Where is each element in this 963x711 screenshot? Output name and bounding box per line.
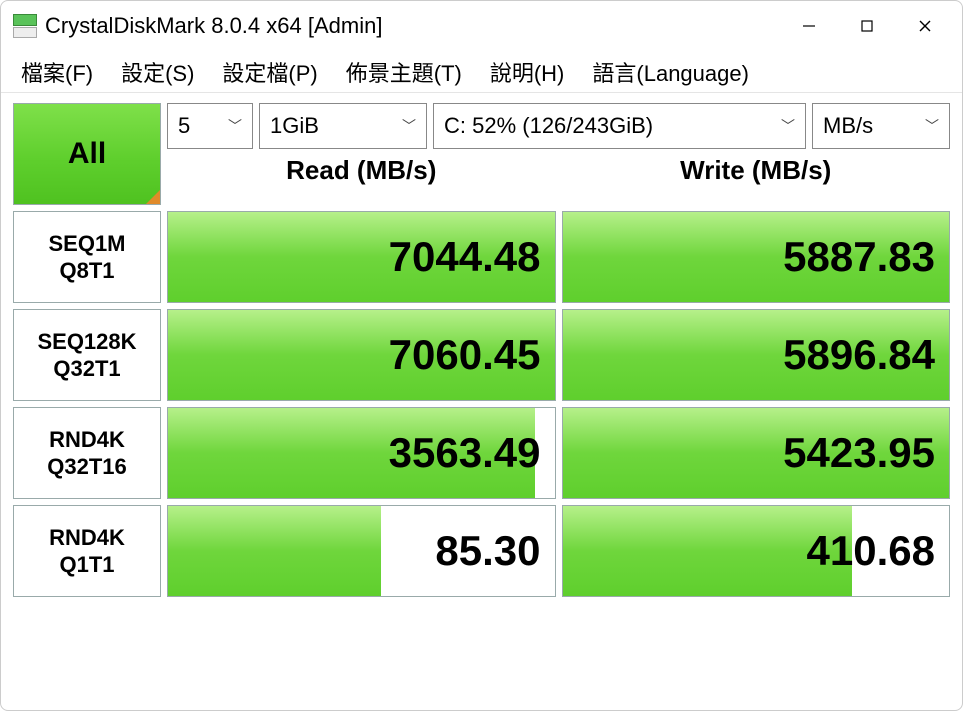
window-controls	[780, 6, 954, 46]
drive-select[interactable]: C: 52% (126/243GiB) ﹀	[433, 103, 806, 149]
minimize-button[interactable]	[780, 6, 838, 46]
read-bar	[168, 506, 381, 596]
test-label-1: RND4K	[49, 426, 125, 454]
window-title: CrystalDiskMark 8.0.4 x64 [Admin]	[45, 13, 382, 39]
test-button-0[interactable]: SEQ1MQ8T1	[13, 211, 161, 303]
read-value-cell: 85.30	[167, 505, 556, 597]
benchmark-row: SEQ1MQ8T1 7044.48 5887.83	[13, 211, 950, 303]
test-label-1: SEQ1M	[48, 230, 125, 258]
benchmark-row: RND4KQ32T16 3563.49 5423.95	[13, 407, 950, 499]
test-button-1[interactable]: SEQ128KQ32T1	[13, 309, 161, 401]
menu-settings[interactable]: 設定(S)	[107, 52, 208, 92]
test-label-1: RND4K	[49, 524, 125, 552]
chevron-down-icon: ﹀	[402, 116, 416, 136]
close-button[interactable]	[896, 6, 954, 46]
benchmark-row: SEQ128KQ32T1 7060.45 5896.84	[13, 309, 950, 401]
unit-value: MB/s	[823, 113, 873, 139]
test-button-2[interactable]: RND4KQ32T16	[13, 407, 161, 499]
size-select[interactable]: 1GiB ﹀	[259, 103, 427, 149]
test-label-2: Q1T1	[59, 551, 114, 579]
read-value: 85.30	[435, 527, 540, 575]
read-value: 7044.48	[389, 233, 541, 281]
test-label-2: Q8T1	[59, 257, 114, 285]
app-icon	[13, 14, 37, 38]
titlebar: CrystalDiskMark 8.0.4 x64 [Admin]	[1, 1, 962, 51]
benchmark-row: RND4KQ1T1 85.30 410.68	[13, 505, 950, 597]
read-value: 7060.45	[389, 331, 541, 379]
write-value-cell: 5896.84	[562, 309, 951, 401]
drive-value: C: 52% (126/243GiB)	[444, 113, 653, 139]
loops-value: 5	[178, 113, 190, 139]
menu-help[interactable]: 說明(H)	[476, 52, 579, 92]
loops-select[interactable]: 5 ﹀	[167, 103, 253, 149]
column-header-read: Read (MB/s)	[167, 149, 556, 196]
run-all-button[interactable]: All	[13, 103, 161, 205]
close-icon	[918, 19, 932, 33]
menu-theme[interactable]: 佈景主題(T)	[332, 52, 476, 92]
write-value: 5887.83	[783, 233, 935, 281]
size-value: 1GiB	[270, 113, 319, 139]
maximize-button[interactable]	[838, 6, 896, 46]
menu-file[interactable]: 檔案(F)	[7, 52, 107, 92]
menu-language[interactable]: 語言(Language)	[578, 52, 763, 92]
test-label-2: Q32T16	[47, 453, 127, 481]
read-value: 3563.49	[389, 429, 541, 477]
maximize-icon	[860, 19, 874, 33]
write-value-cell: 5887.83	[562, 211, 951, 303]
write-value: 5896.84	[783, 331, 935, 379]
read-value-cell: 3563.49	[167, 407, 556, 499]
write-value-cell: 5423.95	[562, 407, 951, 499]
chevron-down-icon: ﹀	[925, 116, 939, 136]
menu-profile[interactable]: 設定檔(P)	[208, 52, 331, 92]
read-value-cell: 7044.48	[167, 211, 556, 303]
unit-select[interactable]: MB/s ﹀	[812, 103, 950, 149]
content-area: All 5 ﹀ 1GiB ﹀ C: 52% (126/243GiB) ﹀ MB/…	[1, 93, 962, 609]
minimize-icon	[802, 19, 816, 33]
test-label-2: Q32T1	[53, 355, 120, 383]
chevron-down-icon: ﹀	[228, 116, 242, 136]
test-button-3[interactable]: RND4KQ1T1	[13, 505, 161, 597]
write-value-cell: 410.68	[562, 505, 951, 597]
write-value: 5423.95	[783, 429, 935, 477]
column-header-write: Write (MB/s)	[562, 149, 951, 196]
read-value-cell: 7060.45	[167, 309, 556, 401]
run-all-label: All	[68, 137, 106, 171]
test-label-1: SEQ128K	[37, 328, 136, 356]
chevron-down-icon: ﹀	[781, 116, 795, 136]
write-value: 410.68	[807, 527, 935, 575]
menubar: 檔案(F) 設定(S) 設定檔(P) 佈景主題(T) 說明(H) 語言(Lang…	[1, 51, 962, 93]
